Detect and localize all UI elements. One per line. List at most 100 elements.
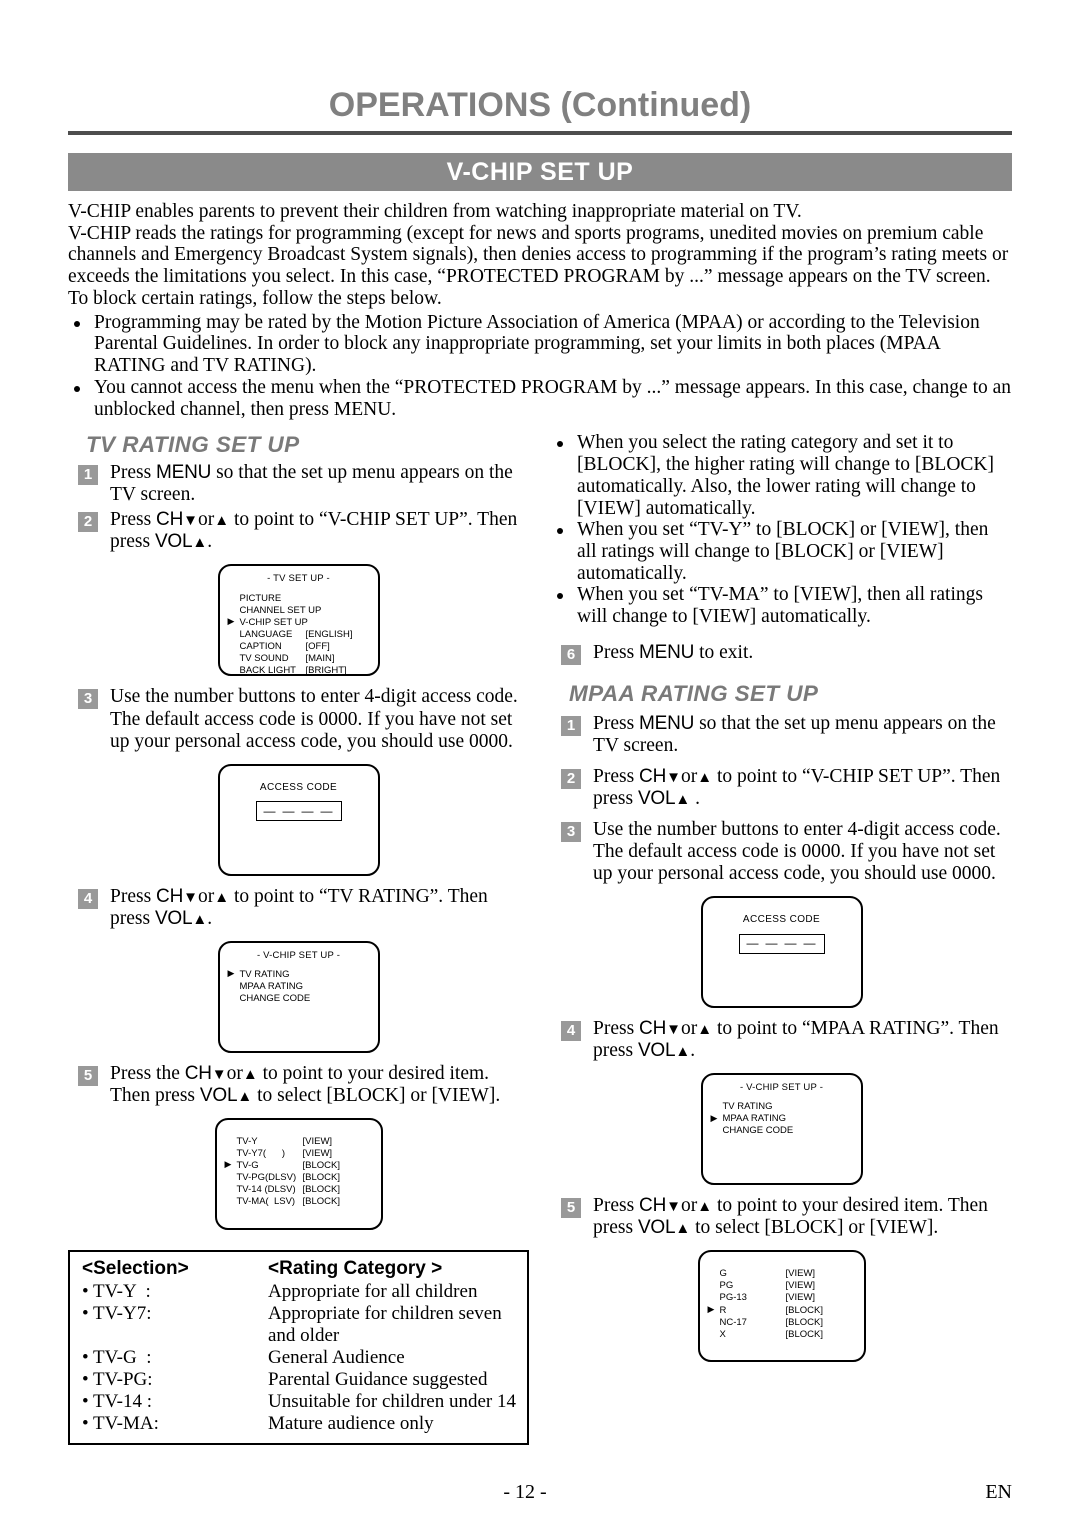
osd-row-label: TV SOUND (239, 652, 289, 664)
access-code-input[interactable]: — — — — (255, 801, 342, 822)
osd-row-value: [BLOCK] (785, 1304, 824, 1316)
osd-row-selected: V-CHIP SET UP (228, 616, 378, 629)
osd-row-value: [VIEW] (302, 1147, 333, 1159)
osd-row: TV-PG(DLSV) [BLOCK] (237, 1172, 381, 1184)
list-item: You cannot access the menu when the “PRO… (68, 377, 1012, 420)
down-triangle-icon: ▼ (183, 889, 198, 906)
key-ch: CH (639, 1018, 667, 1040)
column-header-selection: <Selection> (82, 1257, 189, 1279)
step-number: 1 (561, 715, 581, 736)
step-text-a: Press (593, 1018, 640, 1040)
tv-step-2: 2 Press CH▼or▲ to point to “V-CHIP SET U… (68, 509, 529, 553)
osd-row-label: BACK LIGHT (239, 664, 297, 676)
step-text: Use the number buttons to enter 4-digit … (593, 819, 1001, 885)
access-code-input[interactable]: — — — — (738, 933, 825, 954)
column-right: When you select the rating category and … (551, 432, 1012, 1445)
osd-row: NC-17 [BLOCK] (720, 1317, 864, 1329)
osd-menu-list: PICTURE CHANNEL SET UP V-CHIP SET UP LAN… (220, 593, 378, 677)
mpaa-step-2: 2 Press CH▼or▲ to point to “V-CHIP SET U… (551, 766, 1012, 810)
tv-step-5: 5 Press the CH▼or▲ to point to your desi… (68, 1063, 529, 1107)
key-ch: CH (639, 1195, 667, 1217)
osd-row-label: MPAA RATING (239, 980, 304, 992)
osd-row-label: CHANGE CODE (722, 1125, 794, 1137)
osd-row-label: PG (719, 1280, 734, 1292)
osd-row-label: G (719, 1268, 727, 1280)
step-text-c: . (207, 907, 213, 929)
osd-row: TV SOUND [MAIN] (240, 653, 378, 665)
osd-menu-list: TV RATING MPAA RATING CHANGE CODE (220, 968, 378, 1005)
up-triangle-icon: ▲ (237, 1088, 253, 1105)
table-row: • TV-MA: Mature audience only (82, 1413, 517, 1435)
intro-block: V-CHIP enables parents to prevent their … (68, 201, 1012, 310)
osd-row-label: CHANNEL SET UP (239, 604, 322, 616)
osd-row-label: TV RATING (722, 1101, 773, 1113)
osd-vchip-tv-wrap: - V-CHIP SET UP - TV RATING MPAA RATING … (68, 933, 529, 1063)
cell-selection: • TV-Y7: (82, 1302, 152, 1324)
two-column-body: TV RATING SET UP 1 Press MENU so that th… (68, 432, 1012, 1445)
key-ch: CH (639, 766, 667, 788)
up-triangle-icon: ▲ (214, 513, 230, 530)
up-triangle-icon: ▲ (675, 792, 691, 809)
step-number: 5 (78, 1065, 98, 1086)
osd-row-label: TV-G (236, 1159, 259, 1171)
manual-page: OPERATIONS (Continued) V-CHIP SET UP V-C… (0, 0, 1080, 1526)
osd-row-value: [VIEW] (785, 1268, 816, 1280)
osd-row-label: MPAA RATING (722, 1113, 787, 1125)
key-menu: MENU (639, 712, 695, 734)
osd-row-value: [ENGLISH] (305, 628, 353, 640)
or-text: or (226, 1062, 243, 1084)
up-triangle-icon: ▲ (214, 889, 230, 906)
up-triangle-icon: ▲ (697, 1022, 713, 1039)
cell-selection: • TV-Y : (82, 1280, 151, 1302)
osd-title: - TV SET UP - (267, 573, 330, 585)
osd-row-value: [VIEW] (302, 1135, 333, 1147)
cell-category: and older (268, 1324, 340, 1346)
step-text-a: Press (110, 462, 157, 484)
osd-menu-list: TV-Y [VIEW] TV-Y7( ) [VIEW] TV-G [BLOCK] TV… (217, 1127, 381, 1208)
access-code-digit: — (803, 936, 817, 951)
up-triangle-icon: ▲ (242, 1066, 258, 1083)
step-number: 1 (78, 465, 98, 486)
osd-title: ACCESS CODE (259, 781, 338, 793)
osd-row-label: R (719, 1304, 727, 1316)
osd-row-label: TV RATING (239, 968, 290, 980)
osd-row-selected: MPAA RATING (711, 1113, 861, 1125)
key-ch: CH (156, 885, 184, 907)
cell-selection: • TV-MA: (82, 1412, 159, 1434)
table-row: • TV-G : General Audience (82, 1347, 517, 1369)
step-text-a: Press (593, 641, 640, 663)
column-header-rating-category: <Rating Category > (268, 1257, 443, 1279)
mpaa-rating-heading: MPAA RATING SET UP (569, 680, 819, 706)
osd-row: PG [VIEW] (720, 1280, 864, 1292)
cell-selection: • TV-PG: (82, 1368, 153, 1390)
cell-category: Appropriate for all children (268, 1280, 478, 1302)
osd-row-value: [VIEW] (785, 1280, 816, 1292)
step-text-b: to exit. (694, 641, 754, 663)
key-menu: MENU (639, 641, 695, 663)
down-triangle-icon: ▼ (666, 1199, 681, 1216)
osd-row-label: TV-MA( LSV) (236, 1196, 296, 1207)
mpaa-step-4: 4 Press CH▼or▲ to point to “MPAA RATING”… (551, 1018, 1012, 1062)
osd-row: LANGUAGE [ENGLISH] (240, 629, 378, 641)
tv-step-6: 6 Press MENU to exit. (551, 641, 1012, 665)
osd-tv-ratings-wrap: TV-Y [VIEW] TV-Y7( ) [VIEW] TV-G [BLOCK] TV… (68, 1110, 529, 1240)
up-triangle-icon: ▲ (675, 1221, 691, 1238)
list-item: When you set “TV-MA” to [VIEW], then all… (551, 584, 1012, 627)
osd-row: PG-13 [VIEW] (720, 1292, 864, 1304)
osd-row: CAPTION [OFF] (240, 641, 378, 653)
osd-row-selected: R [BLOCK] (708, 1304, 864, 1317)
intro-line-1: V-CHIP enables parents to prevent their … (68, 201, 802, 222)
mpaa-step-1: 1 Press MENU so that the set up menu app… (551, 713, 1012, 757)
step-number: 5 (561, 1198, 581, 1219)
osd-row: CHANGE CODE (723, 1125, 861, 1137)
step-text-a: Press the (110, 1062, 185, 1084)
osd-row-value: [BLOCK] (302, 1159, 341, 1171)
page-number: - 12 - (503, 1481, 547, 1503)
table-row: • TV-PG: Parental Guidance suggested (82, 1369, 517, 1391)
osd-row-label: LANGUAGE (239, 628, 293, 640)
osd-tv-setup-wrap: - TV SET UP - PICTURE CHANNEL SET UP V-C… (68, 556, 529, 686)
osd-row-label: TV-Y7( ) (236, 1147, 286, 1159)
step-text-a: Press (593, 766, 640, 788)
table-row: and older (82, 1325, 517, 1347)
osd-row: TV-14 (DLSV) [BLOCK] (237, 1184, 381, 1196)
